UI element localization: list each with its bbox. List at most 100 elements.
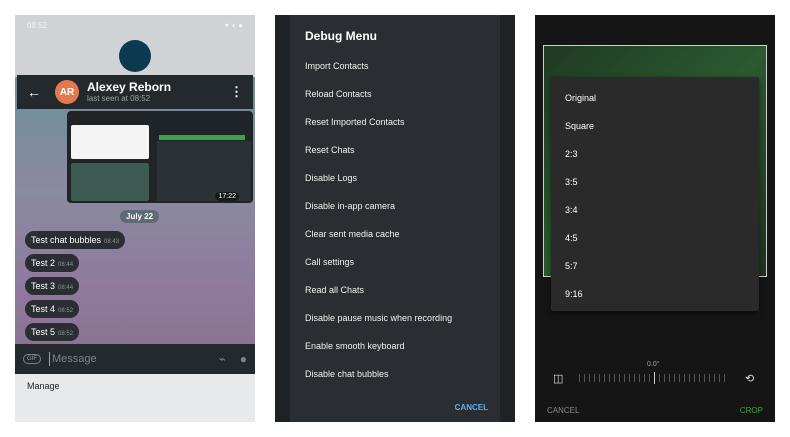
- message-text: Test 4: [31, 304, 56, 314]
- image-message[interactable]: 17:22: [67, 111, 253, 203]
- message-bubble[interactable]: Test chat bubbles 08:43: [25, 231, 126, 249]
- debug-menu-item[interactable]: Disable Logs: [305, 173, 357, 183]
- manage-label[interactable]: Manage: [27, 381, 60, 391]
- debug-menu-item[interactable]: Reset Chats: [305, 145, 355, 155]
- ruler-tick: [704, 374, 705, 382]
- ruler-tick: [584, 374, 585, 382]
- debug-menu-item[interactable]: Read all Chats: [305, 285, 364, 295]
- debug-menu-item[interactable]: Disable pause music when recording: [305, 313, 452, 323]
- message-time: 08:44: [58, 285, 74, 291]
- date-chip: July 22: [120, 210, 160, 223]
- message-input[interactable]: Message: [52, 353, 97, 365]
- ruler-tick: [684, 374, 685, 382]
- ratio-option[interactable]: 9:16: [565, 289, 583, 299]
- rotation-wheel[interactable]: [579, 372, 727, 384]
- debug-menu-screen: Debug Menu Import Contacts Reload Contact…: [275, 15, 515, 422]
- paperclip-icon[interactable]: ⌁: [219, 352, 226, 366]
- camera-cutout: [119, 40, 151, 72]
- debug-menu-item[interactable]: Enable smooth keyboard: [305, 341, 405, 351]
- chat-name: Alexey Reborn: [87, 80, 172, 94]
- message-text: Test 2: [31, 258, 56, 268]
- chat-header: ← AR Alexey Reborn last seen at 08:52 ⋮: [17, 75, 253, 109]
- ruler-tick: [694, 374, 695, 382]
- ratio-option[interactable]: 5:7: [565, 261, 578, 271]
- ruler-tick: [599, 374, 600, 382]
- ruler-tick: [674, 374, 675, 382]
- message-time: 08:52: [58, 331, 74, 337]
- gif-icon[interactable]: GIF: [23, 354, 41, 364]
- last-seen: last seen at 08:52: [87, 94, 151, 103]
- ruler-tick: [664, 374, 665, 382]
- chat-screen: 08:52 ▾ ◖ ● ← AR Alexey Reborn last seen…: [15, 15, 255, 422]
- chat-title-block[interactable]: Alexey Reborn last seen at 08:52: [87, 80, 172, 104]
- ruler-tick: [709, 374, 710, 382]
- ruler-tick: [679, 374, 680, 382]
- rotation-readout: 0.0°: [647, 361, 660, 368]
- embedded-dialog: [71, 125, 149, 159]
- message-text: Test 3: [31, 281, 56, 291]
- image-time: 17:22: [215, 192, 239, 201]
- ruler-tick: [609, 374, 610, 382]
- ruler-tick: [619, 374, 620, 382]
- debug-menu-item[interactable]: Disable chat bubbles: [305, 369, 389, 379]
- message-text: Test 5: [31, 327, 56, 337]
- dialog-title: Debug Menu: [305, 29, 377, 43]
- cancel-button[interactable]: CANCEL: [455, 403, 488, 412]
- avatar[interactable]: AR: [55, 80, 79, 104]
- debug-menu-item[interactable]: Reload Contacts: [305, 89, 372, 99]
- ruler-tick: [659, 374, 660, 382]
- message-text: Test chat bubbles: [31, 235, 102, 245]
- ruler-tick: [579, 374, 580, 382]
- debug-menu-item[interactable]: Call settings: [305, 257, 354, 267]
- crop-button[interactable]: CROP: [740, 406, 763, 415]
- ratio-option[interactable]: 3:4: [565, 205, 578, 215]
- ratio-option[interactable]: 2:3: [565, 149, 578, 159]
- cursor-caret: [49, 352, 50, 366]
- ruler-tick: [649, 374, 650, 382]
- embedded-sticker: [71, 163, 149, 201]
- debug-menu-item[interactable]: Clear sent media cache: [305, 229, 400, 239]
- microphone-icon[interactable]: ●: [240, 352, 247, 366]
- message-bubble[interactable]: Test 4 08:52: [25, 300, 80, 318]
- back-arrow-icon[interactable]: ←: [27, 84, 41, 100]
- debug-menu-item[interactable]: Disable in-app camera: [305, 201, 395, 211]
- embedded-keyboard-toolbar: [159, 135, 245, 140]
- debug-dialog: Debug Menu Import Contacts Reload Contact…: [290, 15, 500, 422]
- ruler-tick: [714, 374, 715, 382]
- ruler-tick: [624, 374, 625, 382]
- debug-menu-item[interactable]: Import Contacts: [305, 61, 369, 71]
- ratio-option[interactable]: Original: [565, 93, 596, 103]
- aspect-ratio-menu: Original Square 2:3 3:5 3:4 4:5 5:7 9:16: [551, 77, 759, 311]
- aspect-ratio-icon[interactable]: ◫: [553, 372, 563, 385]
- ruler-tick: [719, 374, 720, 382]
- ruler-tick: [614, 374, 615, 382]
- crop-screen: Original Square 2:3 3:5 3:4 4:5 5:7 9:16 0.0° ◫…: [535, 15, 775, 422]
- message-time: 08:52: [58, 308, 74, 314]
- ruler-tick: [669, 374, 670, 382]
- message-input-bar: GIF Message ⌁ ●: [15, 344, 255, 374]
- ratio-option[interactable]: 3:5: [565, 177, 578, 187]
- message-time: 08:44: [58, 262, 74, 268]
- ruler-tick: [589, 374, 590, 382]
- ruler-tick: [629, 374, 630, 382]
- crop-cancel-button[interactable]: CANCEL: [547, 406, 579, 415]
- ruler-tick: [699, 374, 700, 382]
- ruler-tick: [644, 374, 645, 382]
- message-bubble[interactable]: Test 3 08:44: [25, 277, 80, 295]
- status-bar: 08:52 ▾ ◖ ●: [15, 15, 255, 37]
- message-time: 08:43: [104, 239, 120, 245]
- ratio-option[interactable]: 4:5: [565, 233, 578, 243]
- debug-menu-item[interactable]: Reset Imported Contacts: [305, 117, 405, 127]
- more-vertical-icon[interactable]: ⋮: [230, 84, 243, 100]
- ratio-option[interactable]: Square: [565, 121, 594, 131]
- ruler-tick: [594, 374, 595, 382]
- ruler-tick: [689, 374, 690, 382]
- ruler-tick: [604, 374, 605, 382]
- status-icons: ▾ ◖ ●: [224, 21, 243, 30]
- ruler-tick: [724, 374, 725, 382]
- ruler-center-tick: [654, 372, 655, 384]
- message-bubble[interactable]: Test 5 08:52: [25, 323, 80, 341]
- message-bubble[interactable]: Test 2 08:44: [25, 254, 80, 272]
- rotate-icon[interactable]: ⟲: [745, 372, 754, 385]
- ruler-tick: [639, 374, 640, 382]
